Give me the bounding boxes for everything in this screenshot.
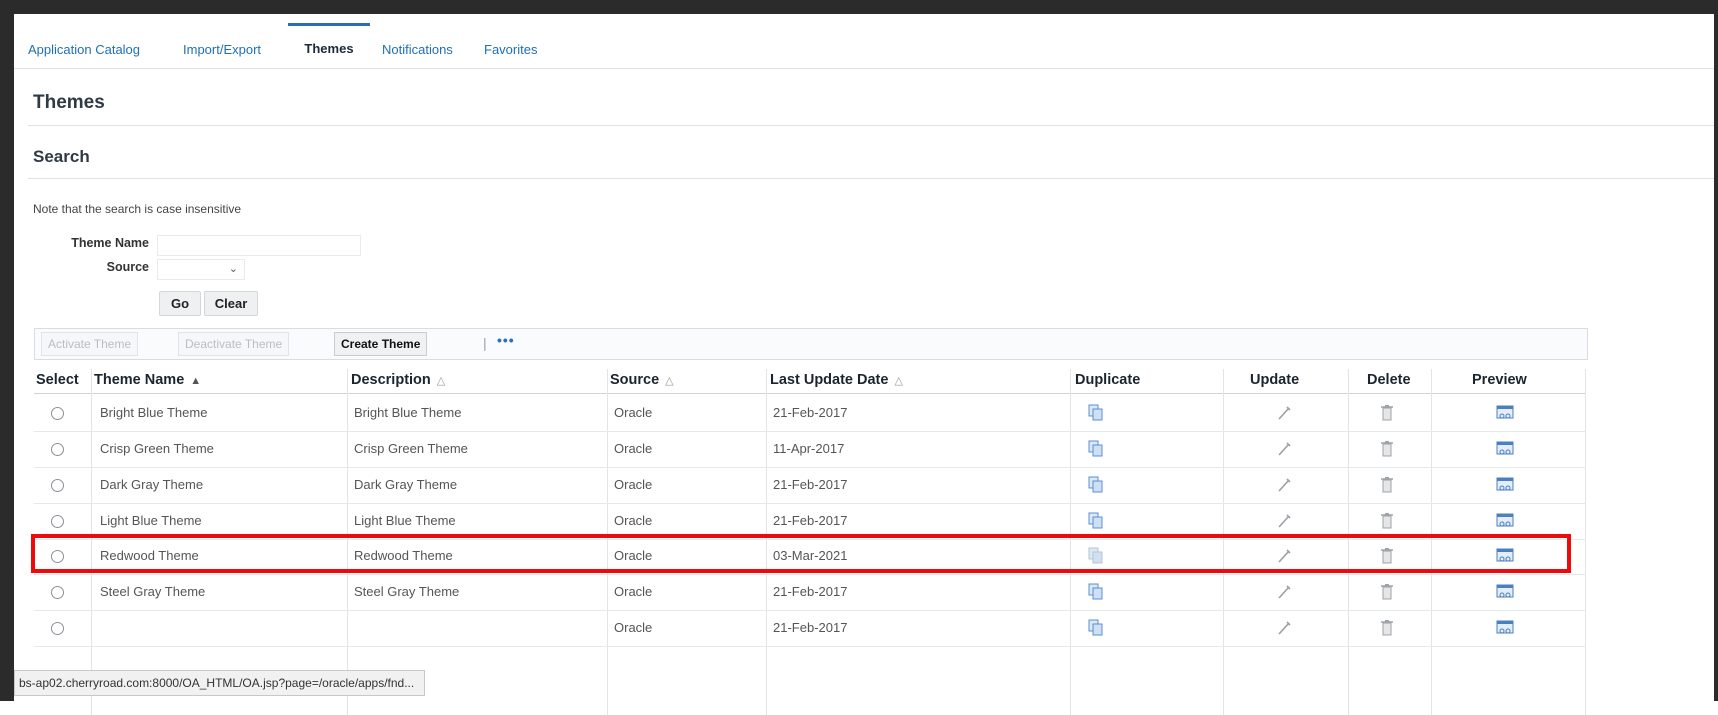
select-radio[interactable]: [51, 479, 64, 492]
last-update-cell: 21-Feb-2017: [773, 620, 848, 635]
col-duplicate-header: Duplicate: [1075, 372, 1141, 388]
trash-icon[interactable]: [1380, 619, 1394, 642]
source-cell: Oracle: [614, 477, 653, 492]
duplicate-icon[interactable]: [1088, 440, 1104, 463]
trash-icon[interactable]: [1380, 583, 1394, 606]
toolbar-separator: |: [483, 335, 487, 351]
col-description-header[interactable]: Description △: [351, 368, 445, 392]
last-update-cell: 21-Feb-2017: [773, 405, 848, 420]
search-note: Note that the search is case insensitive: [33, 202, 242, 216]
status-bar-url: bs-ap02.cherryroad.com:8000/OA_HTML/OA.j…: [14, 670, 426, 696]
activate-theme-button[interactable]: Activate Theme: [41, 332, 139, 356]
duplicate-icon[interactable]: [1088, 404, 1104, 427]
select-radio[interactable]: [51, 515, 64, 528]
col-source-header[interactable]: Source △: [610, 368, 674, 392]
more-options-icon[interactable]: •••: [497, 332, 515, 348]
title-divider: [28, 125, 1714, 126]
preview-icon[interactable]: [1496, 476, 1514, 499]
last-update-cell: 21-Feb-2017: [773, 584, 848, 599]
sort-asc-icon: ▲: [190, 375, 202, 387]
duplicate-icon[interactable]: [1088, 619, 1104, 642]
tab-bar: Application Catalog Import/Export Themes…: [14, 14, 1714, 69]
preview-icon[interactable]: [1496, 512, 1514, 535]
theme-name-label: Theme Name: [71, 236, 149, 250]
description-cell: Crisp Green Theme: [354, 441, 468, 456]
theme-name-cell: Dark Gray Theme: [100, 477, 204, 492]
source-select[interactable]: ⌄: [157, 259, 245, 280]
preview-icon[interactable]: [1496, 404, 1514, 427]
trash-icon[interactable]: [1380, 512, 1394, 535]
last-update-cell: 21-Feb-2017: [773, 477, 848, 492]
search-divider: [28, 178, 1714, 179]
pencil-icon[interactable]: [1276, 476, 1292, 499]
preview-icon[interactable]: [1496, 583, 1514, 606]
select-radio[interactable]: [51, 586, 64, 599]
table-row: Bright Blue Theme Bright Blue Theme Orac…: [34, 395, 1586, 432]
tab-themes[interactable]: Themes: [288, 23, 370, 71]
col-last-update-header[interactable]: Last Update Date △: [770, 368, 903, 392]
clear-button[interactable]: Clear: [204, 291, 258, 316]
tab-favorites[interactable]: Favorites: [484, 26, 537, 68]
deactivate-theme-button[interactable]: Deactivate Theme: [178, 332, 290, 356]
search-header: Search: [33, 147, 90, 166]
select-radio[interactable]: [51, 407, 64, 420]
sort-icon: △: [665, 375, 674, 387]
col-update-header: Update: [1250, 372, 1300, 388]
table-row: Crisp Green Theme Crisp Green Theme Orac…: [34, 431, 1586, 468]
table-row: Oracle 21-Feb-2017: [34, 610, 1586, 647]
duplicate-icon[interactable]: [1088, 512, 1104, 535]
header-divider: [34, 393, 1586, 394]
trash-icon[interactable]: [1380, 404, 1394, 427]
theme-name-cell: Crisp Green Theme: [100, 441, 214, 456]
pencil-icon[interactable]: [1276, 512, 1292, 535]
pencil-icon[interactable]: [1276, 619, 1292, 642]
go-button[interactable]: Go: [159, 291, 201, 316]
col-delete-header: Delete: [1367, 372, 1411, 388]
tab-notifications[interactable]: Notifications: [382, 26, 453, 68]
tab-application-catalog[interactable]: Application Catalog: [28, 26, 140, 68]
table-row: Dark Gray Theme Dark Gray Theme Oracle 2…: [34, 467, 1586, 504]
redwood-highlight-box: [31, 534, 1571, 573]
description-cell: Bright Blue Theme: [354, 405, 462, 420]
col-select-header: Select: [36, 372, 79, 388]
duplicate-icon[interactable]: [1088, 476, 1104, 499]
description-cell: Dark Gray Theme: [354, 477, 458, 492]
description-cell: Steel Gray Theme: [354, 584, 460, 599]
create-theme-button[interactable]: Create Theme: [334, 332, 428, 356]
col-preview-header: Preview: [1472, 372, 1527, 388]
chevron-down-icon: ⌄: [228, 263, 238, 275]
duplicate-icon[interactable]: [1088, 583, 1104, 606]
col-theme-name-header[interactable]: Theme Name ▲: [94, 368, 201, 392]
source-cell: Oracle: [614, 441, 653, 456]
preview-icon[interactable]: [1496, 440, 1514, 463]
page-title: Themes: [33, 92, 105, 113]
select-radio[interactable]: [51, 443, 64, 456]
last-update-cell: 11-Apr-2017: [773, 441, 845, 456]
source-label: Source: [106, 260, 149, 274]
select-radio[interactable]: [51, 622, 64, 635]
table-toolbar: Activate Theme Deactivate Theme Create T…: [34, 328, 1588, 360]
preview-icon[interactable]: [1496, 619, 1514, 642]
trash-icon[interactable]: [1380, 440, 1394, 463]
sort-icon: △: [436, 375, 446, 387]
tab-import-export[interactable]: Import/Export: [183, 26, 261, 68]
pencil-icon[interactable]: [1276, 404, 1292, 427]
source-cell: Oracle: [614, 620, 653, 635]
page-content: Application Catalog Import/Export Themes…: [14, 14, 1714, 715]
table-row: Steel Gray Theme Steel Gray Theme Oracle…: [34, 574, 1586, 611]
theme-name-cell: Steel Gray Theme: [100, 584, 206, 599]
trash-icon[interactable]: [1380, 476, 1394, 499]
theme-name-input[interactable]: [157, 235, 361, 256]
source-cell: Oracle: [614, 405, 653, 420]
pencil-icon[interactable]: [1276, 440, 1292, 463]
theme-name-cell: Bright Blue Theme: [100, 405, 208, 420]
source-cell: Oracle: [614, 584, 653, 599]
sort-icon: △: [894, 375, 903, 387]
pencil-icon[interactable]: [1276, 583, 1292, 606]
